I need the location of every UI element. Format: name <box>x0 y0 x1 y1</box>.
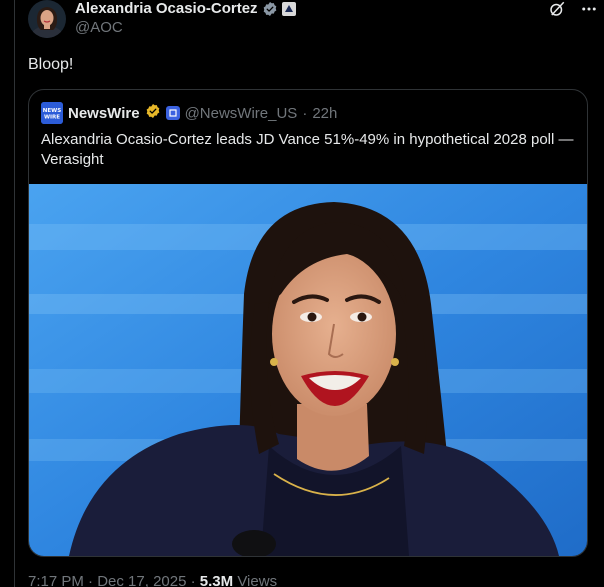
grok-icon[interactable] <box>548 0 566 23</box>
quoted-author-handle[interactable]: @NewsWire_US <box>185 105 298 122</box>
svg-text:WIRE: WIRE <box>44 115 60 121</box>
quoted-author-name[interactable]: NewsWire <box>68 105 140 122</box>
post-view: Alexandria Ocasio-Cortez @AOC Bloop! NEW… <box>0 0 604 587</box>
author-handle[interactable]: @AOC <box>75 19 296 36</box>
quoted-post-card[interactable]: NEWS WIRE NewsWire @NewsWire_US · 22h Al… <box>28 89 588 557</box>
meta-separator: · <box>88 573 94 587</box>
verified-icon[interactable] <box>262 1 278 17</box>
author-display-name[interactable]: Alexandria Ocasio-Cortez <box>75 0 258 17</box>
author-name-row: Alexandria Ocasio-Cortez <box>75 0 296 17</box>
government-badge-icon[interactable] <box>281 1 296 16</box>
quoted-timestamp[interactable]: 22h <box>312 105 337 122</box>
post-date[interactable]: Dec 17, 2025 <box>97 573 186 587</box>
more-icon[interactable] <box>580 0 598 23</box>
quoted-post-header: NEWS WIRE NewsWire @NewsWire_US · 22h <box>41 102 337 124</box>
post-header: Alexandria Ocasio-Cortez @AOC <box>28 0 598 44</box>
views-count: 5.3M <box>199 573 234 587</box>
post-meta: 7:17 PM · Dec 17, 2025 · 5.3M Views <box>28 573 277 587</box>
author-info: Alexandria Ocasio-Cortez @AOC <box>75 0 296 36</box>
header-actions <box>548 0 598 23</box>
views-label: Views <box>237 573 278 587</box>
newswire-logo-text: NEWS <box>43 108 61 114</box>
quoted-post-image[interactable] <box>29 184 587 556</box>
post-time[interactable]: 7:17 PM <box>28 573 84 587</box>
newswire-logo-icon[interactable]: NEWS WIRE <box>41 102 63 124</box>
column-divider <box>14 0 15 587</box>
meta-separator: · <box>190 573 196 587</box>
post-text: Bloop! <box>28 56 74 73</box>
quoted-post-text: Alexandria Ocasio-Cortez leads JD Vance … <box>41 131 574 168</box>
avatar[interactable] <box>28 0 66 38</box>
gold-verified-icon[interactable] <box>145 103 161 124</box>
org-verified-icon[interactable] <box>165 106 180 120</box>
quoted-separator: · <box>302 104 308 122</box>
